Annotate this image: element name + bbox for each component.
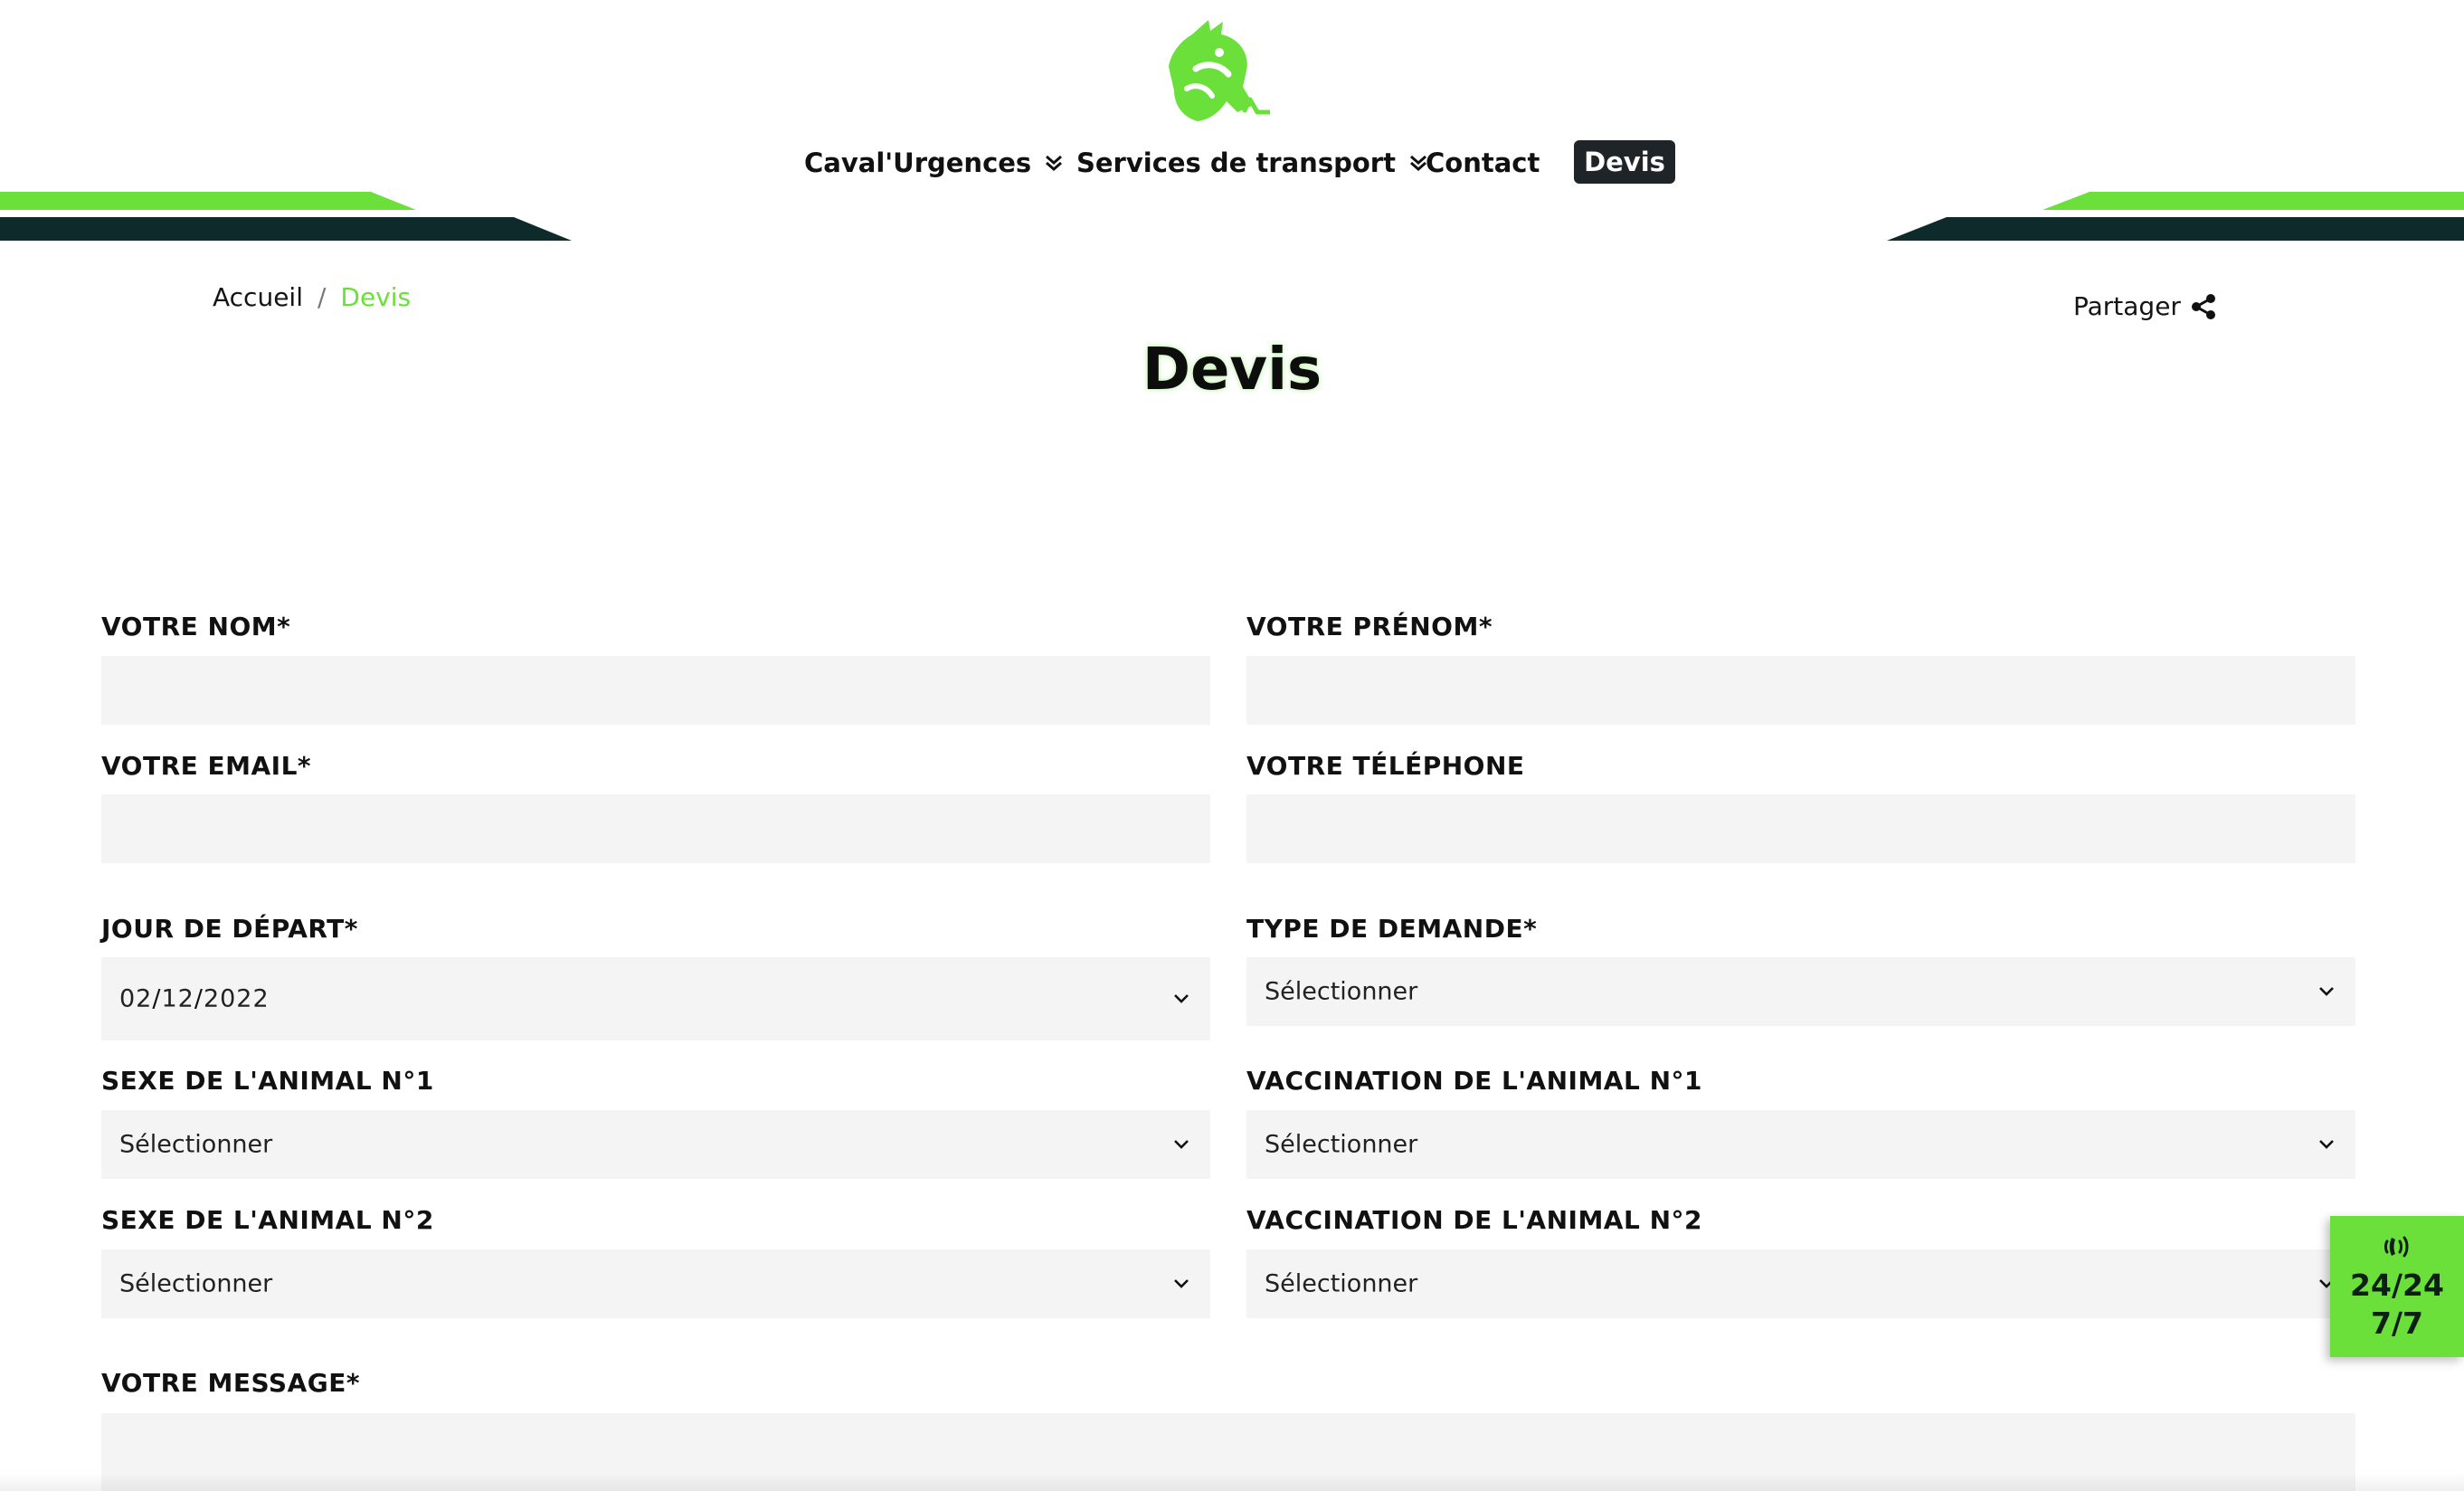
site-logo[interactable] — [1156, 18, 1274, 128]
telephone-label: VOTRE TÉLÉPHONE — [1246, 751, 1525, 781]
telephone-input[interactable] — [1246, 794, 2355, 863]
nav-item-label: Services de transport — [1076, 147, 1396, 178]
nom-label: VOTRE NOM* — [101, 612, 291, 641]
nav-item-label: Caval'Urgences — [804, 147, 1032, 178]
select-value: Sélectionner — [1265, 1269, 1418, 1298]
email-input[interactable] — [101, 794, 1210, 863]
nav-item-caval-urgences[interactable]: Caval'Urgences — [804, 140, 1064, 185]
sexe-animal-2-select[interactable]: Sélectionner — [101, 1249, 1210, 1318]
breadcrumb-current: Devis — [340, 282, 412, 312]
badge-hours: 24/24 — [2350, 1268, 2444, 1303]
nom-input[interactable] — [101, 656, 1210, 725]
double-chevron-down-icon — [1044, 154, 1064, 172]
chevron-down-icon — [2317, 1138, 2336, 1151]
chevron-down-icon — [1172, 1277, 1190, 1290]
date-month: 12 — [161, 984, 194, 1013]
nav-item-devis-active[interactable]: Devis — [1574, 140, 1675, 184]
date-year: 2022 — [203, 984, 270, 1013]
date-day: 02 — [119, 984, 153, 1013]
date-value: 02/12/2022 — [119, 985, 270, 1013]
vaccination-animal-1-select[interactable]: Sélectionner — [1246, 1110, 2355, 1179]
sexe-animal-1-label: SEXE DE L'ANIMAL N°1 — [101, 1066, 434, 1096]
page-title: Devis — [1142, 337, 1322, 404]
vaccination-animal-1-label: VACCINATION DE L'ANIMAL N°1 — [1246, 1066, 1702, 1096]
select-value: Sélectionner — [119, 1269, 273, 1298]
prenom-label: VOTRE PRÉNOM* — [1246, 612, 1493, 641]
horse-head-logo-icon — [1169, 20, 1270, 121]
chevron-down-icon — [1172, 1138, 1190, 1151]
header-decorative-bands — [0, 192, 2464, 241]
select-value: Sélectionner — [1265, 1130, 1418, 1159]
chevron-down-icon[interactable] — [1172, 992, 1190, 1005]
vaccination-animal-2-label: VACCINATION DE L'ANIMAL N°2 — [1246, 1205, 1702, 1235]
jour-depart-date-input[interactable]: 02/12/2022 — [101, 957, 1210, 1040]
breadcrumb: Accueil / Devis — [213, 282, 411, 312]
sexe-animal-2-label: SEXE DE L'ANIMAL N°2 — [101, 1205, 434, 1235]
nav-item-contact[interactable]: Contact — [1426, 140, 1540, 185]
message-label: VOTRE MESSAGE* — [101, 1368, 361, 1398]
breadcrumb-separator: / — [317, 282, 327, 312]
emergency-phone-badge[interactable]: 24/24 7/7 — [2330, 1216, 2464, 1357]
share-button[interactable]: Partager — [2073, 291, 2217, 321]
phone-ringing-icon — [2384, 1236, 2409, 1258]
date-separator: / — [152, 984, 162, 1013]
chevron-down-icon — [2317, 985, 2336, 998]
share-icon — [2191, 293, 2215, 319]
prenom-input[interactable] — [1246, 656, 2355, 725]
share-label: Partager — [2073, 291, 2181, 321]
select-value: Sélectionner — [119, 1130, 273, 1159]
main-nav: Caval'Urgences Services de transport Con… — [0, 140, 2464, 185]
bottom-shade — [0, 1473, 2464, 1491]
jour-depart-label: JOUR DE DÉPART* — [101, 914, 358, 944]
select-value: Sélectionner — [1265, 977, 1418, 1006]
type-demande-label: TYPE DE DEMANDE* — [1246, 914, 1538, 944]
breadcrumb-home-link[interactable]: Accueil — [213, 282, 303, 312]
badge-days: 7/7 — [2371, 1306, 2423, 1341]
nav-item-services-transport[interactable]: Services de transport — [1076, 140, 1428, 185]
date-separator: / — [194, 984, 204, 1013]
nav-item-label: Contact — [1426, 147, 1540, 178]
vaccination-animal-2-select[interactable]: Sélectionner — [1246, 1249, 2355, 1318]
type-demande-select[interactable]: Sélectionner — [1246, 957, 2355, 1026]
sexe-animal-1-select[interactable]: Sélectionner — [101, 1110, 1210, 1179]
email-label: VOTRE EMAIL* — [101, 751, 312, 781]
